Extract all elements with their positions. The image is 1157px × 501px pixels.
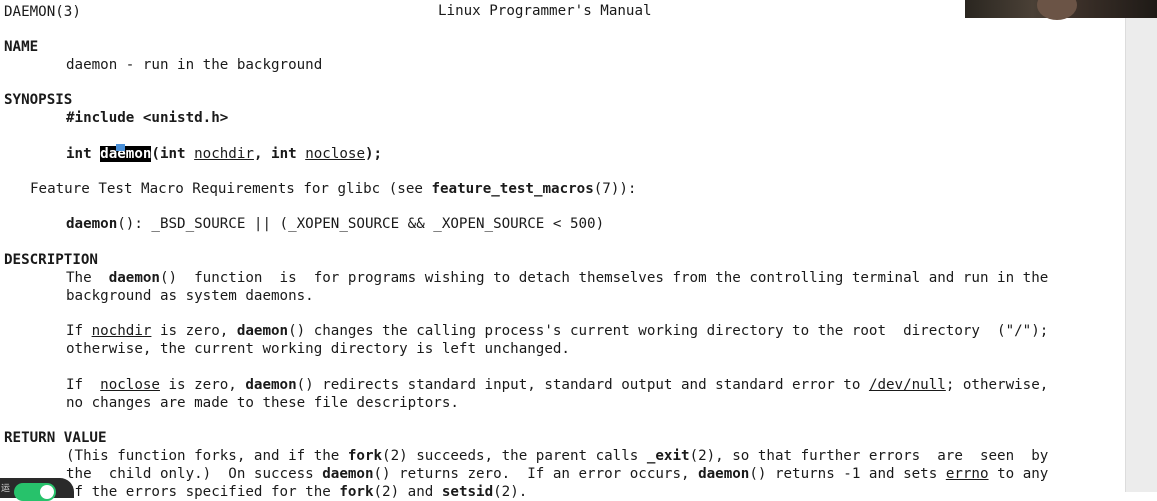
macro-requirement: daemon(): _BSD_SOURCE || (_XOPEN_SOURCE … <box>66 216 605 232</box>
header-left: DAEMON(3) <box>4 4 81 20</box>
search-highlight: daemon <box>100 146 152 162</box>
synopsis-include: #include <unistd.h> <box>66 110 229 126</box>
scrollbar-strip[interactable] <box>1125 0 1157 492</box>
webcam-person <box>1037 0 1077 20</box>
section-name-heading: NAME <box>4 39 39 55</box>
description-p3-line2: no changes are made to these file descri… <box>66 395 459 411</box>
toggle-knob <box>40 485 54 499</box>
toggle-switch[interactable] <box>14 483 56 501</box>
description-p1-line1: The daemon() function is for programs wi… <box>66 270 1049 286</box>
description-p2-line1: If nochdir is zero, daemon() changes the… <box>66 323 1049 339</box>
header-center: Linux Programmer's Manual <box>438 3 652 19</box>
return-value-line3: of the errors specified for the fork(2) … <box>66 484 528 500</box>
return-value-line2: the child only.) On success daemon() ret… <box>66 466 1049 482</box>
section-return-value-heading: RETURN VALUE <box>4 430 107 446</box>
synopsis-signature: int daemon(int nochdir, int noclose); <box>66 146 383 162</box>
toggle-label: 运 <box>1 484 11 494</box>
man-page-terminal: DAEMON(3) Linux Programmer's Manual NAME… <box>0 0 1125 500</box>
description-p3-line1: If noclose is zero, daemon() redirects s… <box>66 377 1049 393</box>
name-text: daemon - run in the background <box>66 57 323 73</box>
section-description-heading: DESCRIPTION <box>4 252 98 268</box>
description-p1-line2: background as system daemons. <box>66 288 314 304</box>
text-cursor <box>116 144 125 151</box>
webcam-overlay <box>965 0 1157 20</box>
return-value-line1: (This function forks, and if the fork(2)… <box>66 448 1049 464</box>
feature-test-macro-line: Feature Test Macro Requirements for glib… <box>30 181 637 197</box>
description-p2-line2: otherwise, the current working directory… <box>66 341 570 357</box>
section-synopsis-heading: SYNOPSIS <box>4 92 73 108</box>
